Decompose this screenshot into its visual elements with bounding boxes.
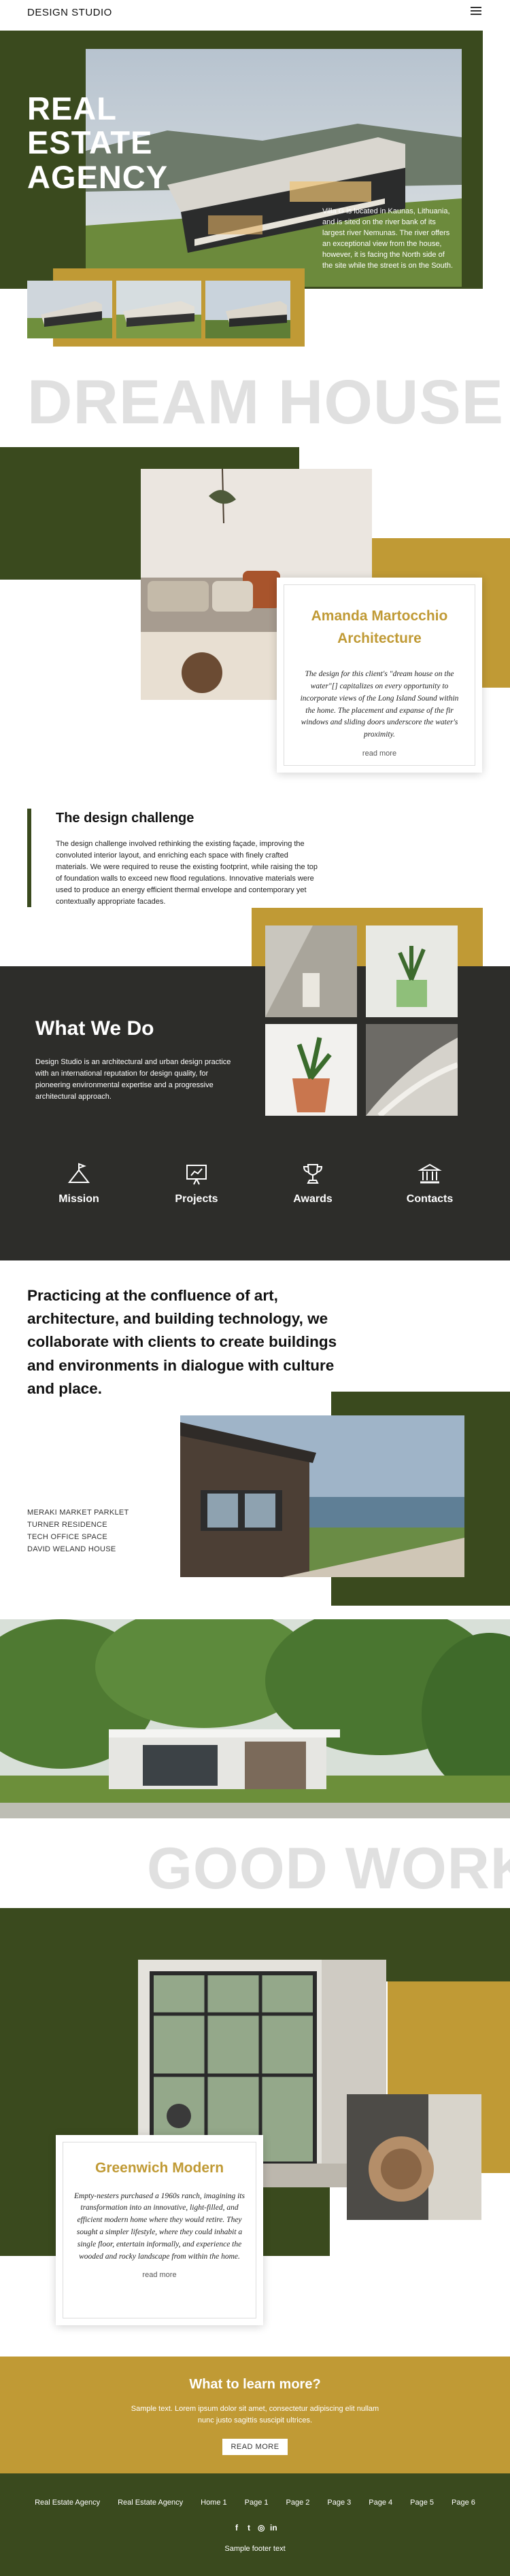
twitter-icon[interactable]: t — [245, 2523, 252, 2533]
challenge-title: The design challenge — [56, 811, 194, 826]
card-text: The design for this client's "dream hous… — [300, 670, 459, 739]
instagram-icon[interactable]: ◎ — [258, 2523, 265, 2533]
footer-nav-link[interactable]: Real Estate Agency — [35, 2499, 100, 2507]
bank-building-icon — [418, 1163, 442, 1184]
service-mission[interactable]: Mission — [38, 1162, 120, 1205]
gallery-image-3 — [265, 1024, 357, 1116]
service-projects[interactable]: Projects — [156, 1162, 237, 1205]
dream-house-heading: DREAM HOUSE — [27, 368, 505, 437]
project-list: MERAKI MARKET PARKLET TURNER RESIDENCE T… — [27, 1508, 129, 1553]
hero-description: Villa G is located in Kaunas, Lithuania,… — [322, 207, 454, 270]
footer-nav-link[interactable]: Page 1 — [245, 2499, 269, 2507]
project-link[interactable]: MERAKI MARKET PARKLET — [27, 1508, 129, 1517]
card-title-line: Amanda Martocchio — [311, 608, 448, 624]
thumbnail-house-3[interactable] — [205, 281, 290, 338]
project-link[interactable]: TECH OFFICE SPACE — [27, 1533, 129, 1541]
service-label: Awards — [293, 1193, 333, 1205]
learn-more-title: What to learn more? — [189, 2377, 321, 2392]
challenge-text: The design challenge involved rethinking… — [56, 840, 318, 906]
amanda-architecture-card: Amanda Martocchio Architecture The desig… — [277, 578, 482, 773]
footer-nav-link[interactable]: Page 2 — [286, 2499, 310, 2507]
card-title: Greenwich Modern — [95, 2160, 224, 2176]
service-label: Contacts — [406, 1193, 454, 1205]
footer-nav-link[interactable]: Page 6 — [452, 2499, 475, 2507]
hero-title-line: ESTATE — [27, 124, 153, 161]
footer-nav-link[interactable]: Page 5 — [410, 2499, 434, 2507]
thumbnail-house-1[interactable] — [27, 281, 112, 338]
modern-house-panorama — [0, 1619, 510, 1818]
gallery-image-4 — [366, 1024, 458, 1116]
hamburger-icon[interactable] — [471, 6, 481, 16]
footer-nav: Real Estate Agency Real Estate Agency Ho… — [0, 2499, 510, 2507]
read-more-link[interactable]: read more — [63, 2271, 256, 2279]
footer-nav-link[interactable]: Page 3 — [327, 2499, 351, 2507]
what-we-do-title: What We Do — [35, 1017, 154, 1040]
footer-nav-link[interactable]: Real Estate Agency — [118, 2499, 183, 2507]
card-title-line: Architecture — [337, 630, 422, 646]
project-link[interactable]: DAVID WELAND HOUSE — [27, 1545, 129, 1553]
card-frame: Greenwich Modern Empty-nesters purchased… — [63, 2142, 256, 2318]
service-label: Mission — [58, 1193, 99, 1205]
service-contacts[interactable]: Contacts — [389, 1162, 471, 1205]
service-awards[interactable]: Awards — [272, 1162, 354, 1205]
service-label: Projects — [175, 1193, 218, 1205]
challenge-accent-bar — [27, 809, 31, 907]
project-link[interactable]: TURNER RESIDENCE — [27, 1521, 129, 1529]
footer-nav-link[interactable]: Page 4 — [369, 2499, 392, 2507]
linkedin-icon[interactable]: in — [270, 2523, 277, 2533]
gallery-image-2 — [366, 925, 458, 1017]
read-more-link[interactable]: read more — [284, 749, 475, 758]
practice-statement: Practicing at the confluence of art, arc… — [27, 1287, 337, 1397]
residence-image — [180, 1415, 464, 1577]
hero-title-line: AGENCY — [27, 158, 169, 195]
card-frame: Amanda Martocchio Architecture The desig… — [284, 584, 475, 766]
hero-title: REAL ESTATE AGENCY — [27, 90, 169, 195]
learn-more-text: Sample text. Lorem ipsum dolor sit amet,… — [131, 2405, 379, 2424]
facebook-icon[interactable]: f — [233, 2523, 240, 2533]
greenwich-modern-card: Greenwich Modern Empty-nesters purchased… — [56, 2135, 263, 2325]
site-logo[interactable]: DESIGN STUDIO — [27, 7, 112, 18]
thumbnail-house-2[interactable] — [116, 281, 201, 338]
hero-title-line: REAL — [27, 90, 117, 126]
trophy-icon — [303, 1164, 323, 1184]
gallery-image-1 — [265, 925, 357, 1017]
card-text: Empty-nesters purchased a 1960s ranch, i… — [74, 2191, 245, 2261]
social-links: f t ◎ in — [0, 2523, 510, 2533]
decor-detail-image — [347, 2094, 481, 2220]
what-we-do-text: Design Studio is an architectural and ur… — [35, 1058, 231, 1101]
presentation-board-icon — [186, 1165, 207, 1185]
footer-text: Sample footer text — [224, 2545, 286, 2553]
read-more-button[interactable]: READ MORE — [222, 2439, 288, 2455]
card-title: Amanda Martocchio Architecture — [284, 605, 475, 650]
mountain-flag-icon — [67, 1163, 90, 1183]
good-work-heading: GOOD WORK — [147, 1836, 510, 1901]
footer-nav-link[interactable]: Home 1 — [201, 2499, 227, 2507]
